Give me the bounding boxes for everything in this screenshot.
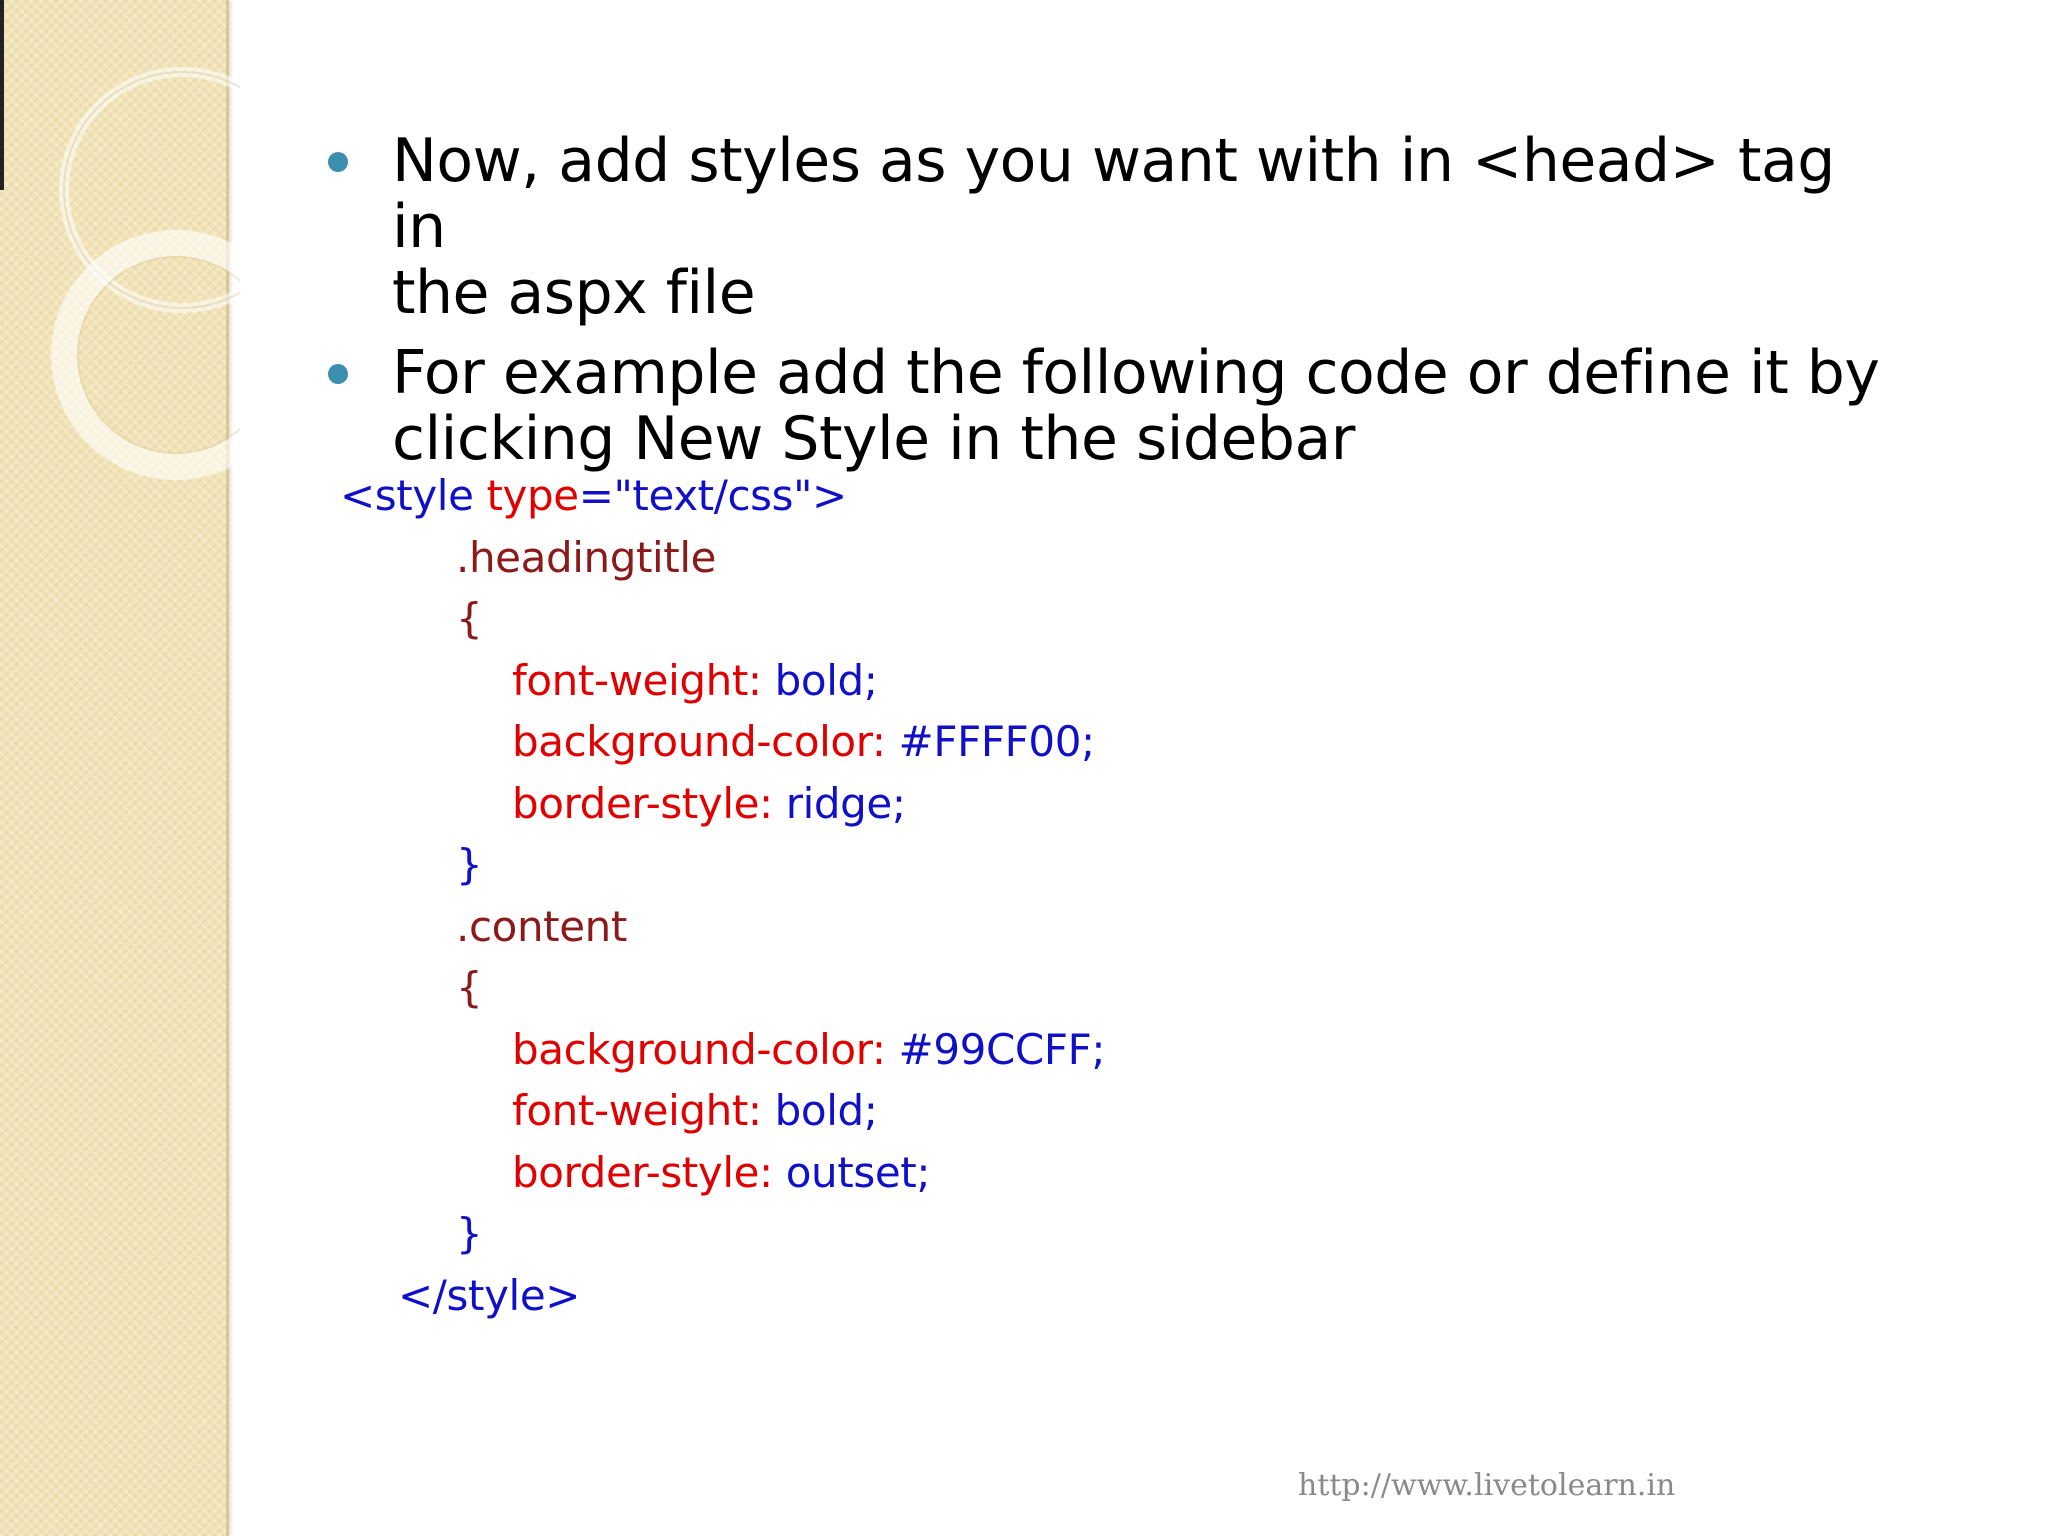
code-property: font-weight:	[512, 655, 762, 705]
code-declaration: background-color: #99CCFF;	[340, 1019, 1106, 1081]
code-value: ridge;	[772, 778, 906, 828]
code-value: #FFFF00;	[885, 717, 1096, 766]
code-value: #99CCFF;	[885, 1024, 1106, 1074]
bullet-text-line: the aspx file	[392, 258, 756, 328]
bullet-dot	[328, 152, 348, 172]
decorative-rings	[51, 67, 240, 480]
code-tag: <style	[340, 471, 487, 520]
code-declaration: font-weight: bold;	[340, 650, 1105, 712]
code-declaration: border-style: outset;	[340, 1142, 1105, 1204]
code-selector: .content	[456, 901, 627, 951]
code-brace-open: {	[456, 594, 483, 643]
slide: Now, add styles as you want with in <hea…	[0, 0, 2048, 1536]
code-value: bold;	[761, 655, 878, 705]
code-attr: type	[486, 471, 579, 520]
bullet-text-line: Now, add styles as you want with in <hea…	[392, 126, 1835, 262]
code-block: <style type="text/css"> .headingtitle { …	[340, 465, 1106, 1326]
code-attr-value: "text/css">	[613, 471, 848, 520]
footer-url: http://www.livetolearn.in	[1298, 1468, 1676, 1503]
bullet-item: For example add the following code or de…	[328, 340, 1888, 472]
code-declaration: border-style: ridge;	[340, 773, 1105, 835]
code-brace-close: }	[456, 1209, 483, 1258]
code-style-close: </style>	[398, 1270, 581, 1320]
code-value: outset;	[772, 1147, 931, 1197]
bullet-item: Now, add styles as you want with in <hea…	[328, 128, 1888, 326]
bullet-list: Now, add styles as you want with in <hea…	[328, 128, 1888, 486]
code-selector: .headingtitle	[456, 532, 717, 582]
code-brace-close: }	[456, 840, 483, 889]
code-eq: =	[578, 471, 614, 520]
code-property: border-style:	[512, 1147, 773, 1197]
code-brace-open: {	[456, 963, 483, 1012]
code-property: border-style:	[512, 778, 773, 828]
code-declaration: background-color: #FFFF00;	[340, 711, 1105, 773]
bullet-dot	[328, 364, 348, 384]
bullet-text-line: clicking New Style in the sidebar	[392, 404, 1355, 474]
code-value: bold;	[761, 1086, 878, 1135]
code-property: font-weight:	[512, 1086, 762, 1135]
code-line-style-open: <style type="text/css">	[340, 465, 1105, 527]
bullet-text-line: For example add the following code or de…	[392, 338, 1880, 408]
code-declaration: font-weight: bold;	[340, 1080, 1105, 1142]
code-property: background-color:	[512, 1024, 886, 1074]
code-property: background-color:	[512, 717, 886, 766]
